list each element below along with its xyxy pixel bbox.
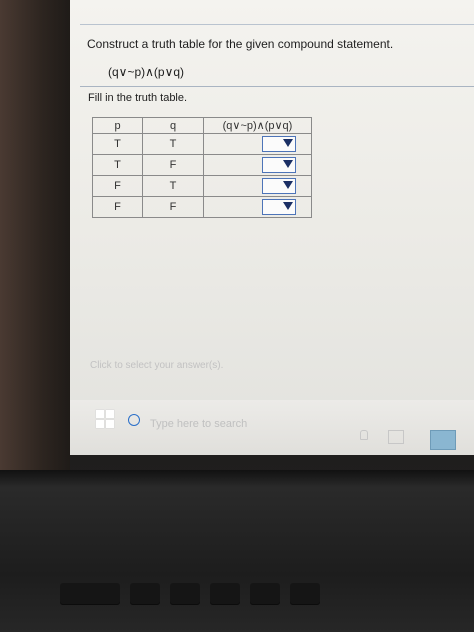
header-statement: (q∨~p)∧(p∨q) bbox=[203, 117, 312, 134]
cell-p: F bbox=[92, 175, 143, 197]
taskbar-search-input[interactable]: Type here to search bbox=[150, 418, 247, 430]
windows-pane bbox=[106, 410, 114, 418]
windows-pane bbox=[106, 420, 114, 428]
microphone-icon[interactable] bbox=[360, 430, 368, 440]
header-p: p bbox=[92, 117, 143, 134]
answer-dropdown[interactable] bbox=[261, 157, 296, 173]
cell-answer bbox=[203, 175, 312, 197]
monitor-screen: Construct a truth table for the given co… bbox=[70, 0, 474, 455]
table-row: T T bbox=[92, 133, 312, 155]
divider bbox=[80, 86, 474, 87]
fill-in-label: Fill in the truth table. bbox=[88, 92, 188, 104]
keyboard-key bbox=[130, 583, 160, 605]
question-instruction: Construct a truth table for the given co… bbox=[87, 37, 394, 51]
cell-p: F bbox=[92, 196, 143, 218]
windows-pane bbox=[96, 420, 104, 428]
photo-scene: Construct a truth table for the given co… bbox=[0, 0, 474, 632]
keyboard-key bbox=[290, 583, 320, 605]
cell-answer bbox=[203, 154, 312, 176]
table-header-row: p q (q∨~p)∧(p∨q) bbox=[92, 117, 312, 134]
answer-dropdown[interactable] bbox=[261, 136, 296, 152]
chevron-down-icon bbox=[282, 181, 293, 189]
windows-pane bbox=[96, 410, 104, 418]
answer-hint: Click to select your answer(s). bbox=[90, 360, 224, 371]
truth-table: p q (q∨~p)∧(p∨q) T T T F F T F F bbox=[92, 117, 312, 218]
taskbar: Type here to search bbox=[70, 400, 474, 455]
search-circle-icon[interactable] bbox=[128, 414, 140, 426]
header-q: q bbox=[142, 117, 204, 134]
cell-q: T bbox=[142, 133, 204, 155]
taskbar-app-icon[interactable] bbox=[430, 430, 456, 450]
chevron-down-icon bbox=[282, 160, 293, 168]
answer-dropdown[interactable] bbox=[261, 178, 296, 194]
answer-dropdown[interactable] bbox=[261, 199, 296, 215]
keyboard-key bbox=[210, 583, 240, 605]
keyboard-deck bbox=[0, 488, 474, 632]
compound-statement: (q∨~p)∧(p∨q) bbox=[108, 65, 185, 79]
cell-p: T bbox=[92, 133, 143, 155]
cell-answer bbox=[203, 196, 312, 218]
table-row: T F bbox=[92, 154, 312, 176]
chevron-down-icon bbox=[282, 139, 293, 147]
laptop-bezel bbox=[0, 0, 70, 470]
keyboard-key bbox=[170, 583, 200, 605]
chevron-down-icon bbox=[282, 202, 293, 210]
cell-q: T bbox=[142, 175, 204, 197]
table-row: F F bbox=[92, 196, 312, 218]
cell-q: F bbox=[142, 154, 204, 176]
cell-q: F bbox=[142, 196, 204, 218]
cell-p: T bbox=[92, 154, 143, 176]
table-row: F T bbox=[92, 175, 312, 197]
divider bbox=[80, 24, 474, 25]
windows-logo-icon[interactable] bbox=[96, 410, 114, 428]
laptop-hinge bbox=[0, 470, 474, 488]
keyboard-key bbox=[60, 583, 120, 605]
task-view-icon[interactable] bbox=[388, 430, 404, 444]
cell-answer bbox=[203, 133, 312, 155]
keyboard-key bbox=[250, 583, 280, 605]
